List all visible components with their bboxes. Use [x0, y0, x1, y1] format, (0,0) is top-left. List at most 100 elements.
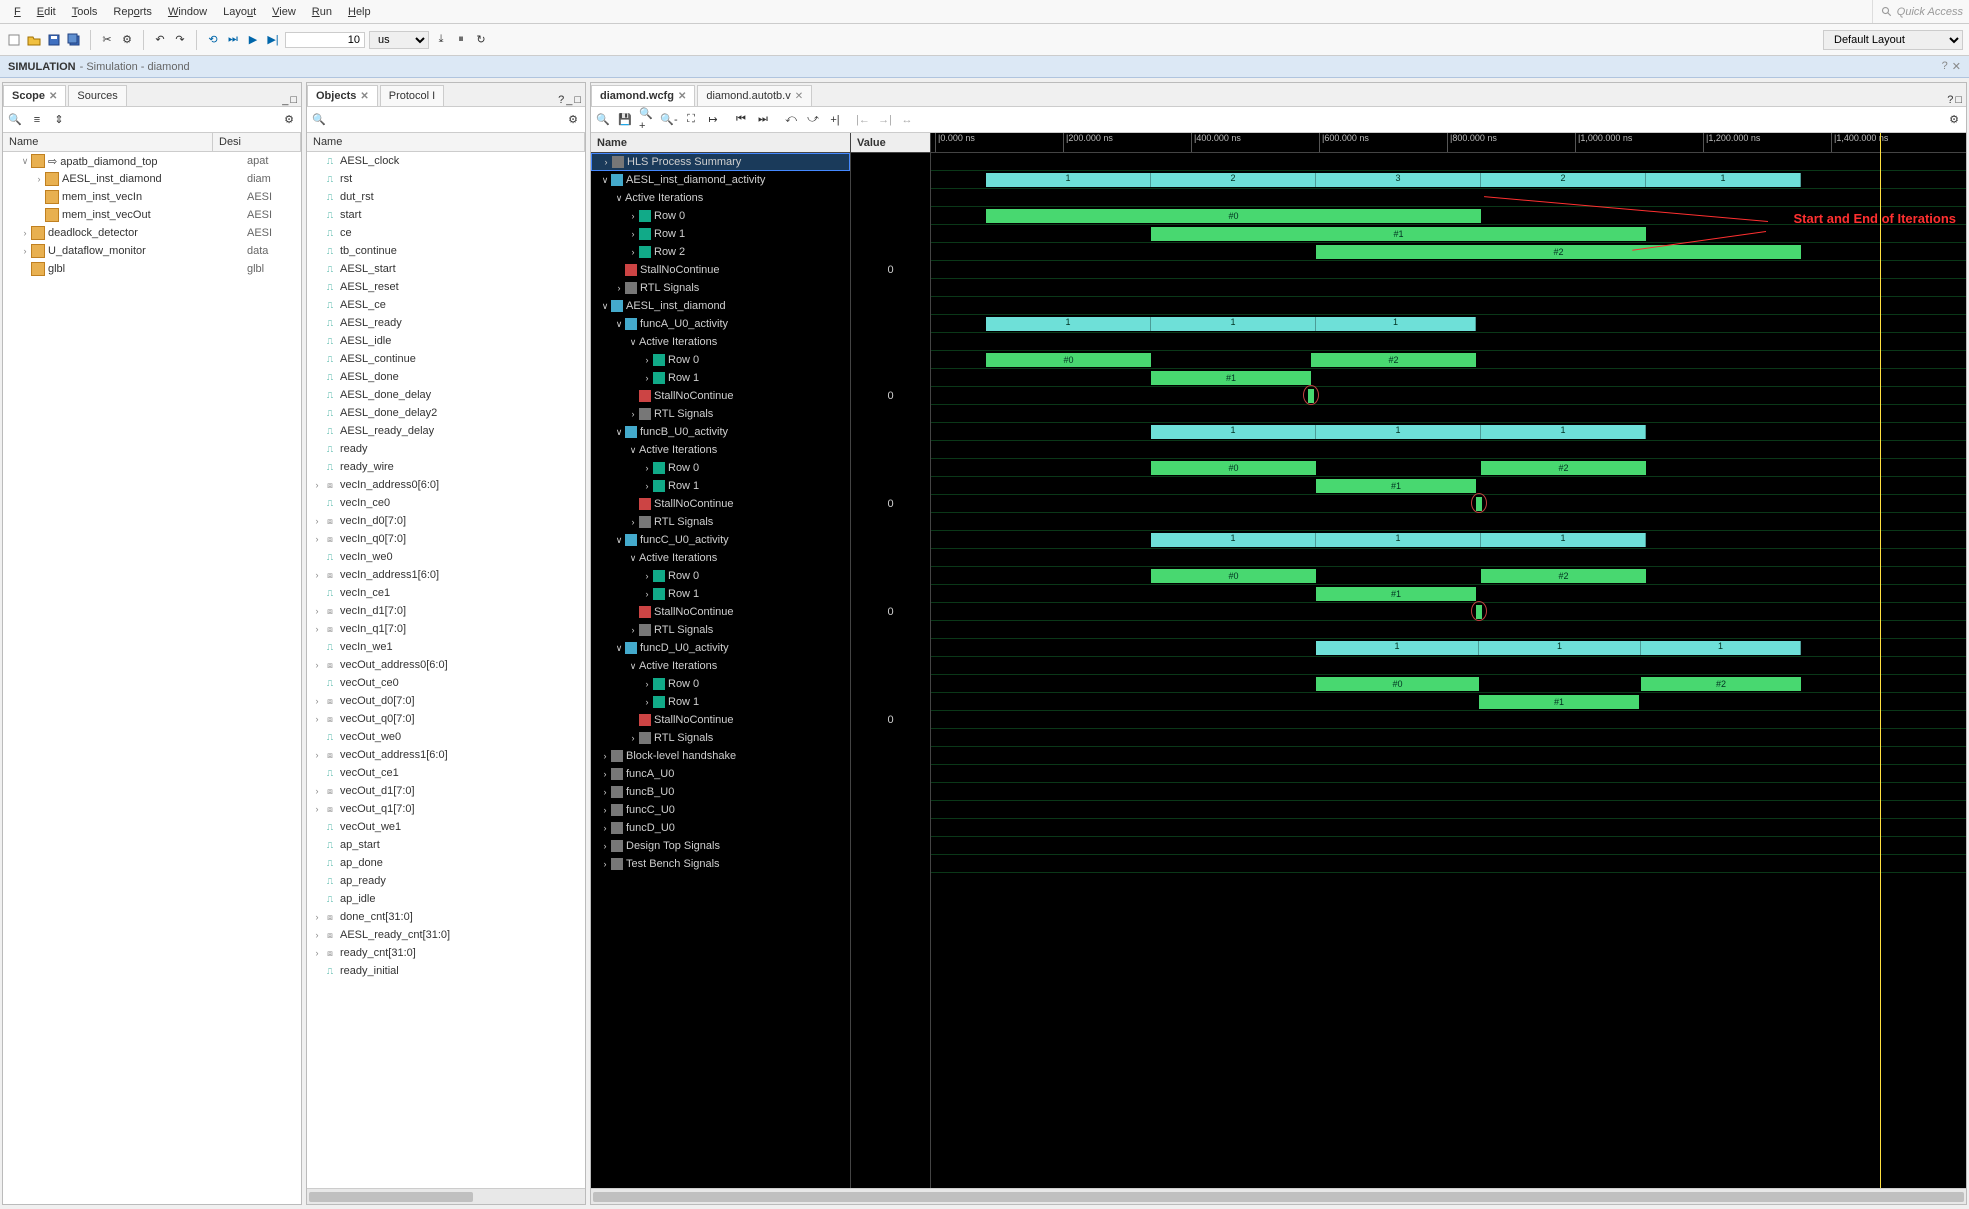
- wave-row[interactable]: StallNoContinue: [591, 495, 850, 513]
- object-row[interactable]: ›⧈ready_cnt[31:0]: [307, 944, 585, 962]
- scope-row[interactable]: ›AESL_inst_diamonddiam: [3, 170, 301, 188]
- relaunch-icon[interactable]: ↻: [473, 32, 489, 48]
- object-row[interactable]: ⎍AESL_done_delay2: [307, 404, 585, 422]
- object-row[interactable]: ⎍start: [307, 206, 585, 224]
- prev-edge-icon[interactable]: ⤺: [783, 112, 799, 128]
- wave-row[interactable]: ›Row 1: [591, 477, 850, 495]
- wave-row[interactable]: ›Row 1: [591, 225, 850, 243]
- wave-row[interactable]: StallNoContinue: [591, 387, 850, 405]
- swap-icon[interactable]: ↔: [899, 112, 915, 128]
- object-row[interactable]: ›⧈vecIn_address0[6:0]: [307, 476, 585, 494]
- wave-row[interactable]: ∨AESL_inst_diamond_activity: [591, 171, 850, 189]
- tab-protocol[interactable]: Protocol I: [380, 85, 444, 106]
- wave-row[interactable]: ∨funcC_U0_activity: [591, 531, 850, 549]
- zoom-fit-icon[interactable]: ⛶: [683, 112, 699, 128]
- menu-reports[interactable]: Reports: [105, 6, 160, 18]
- wave-row[interactable]: ›RTL Signals: [591, 729, 850, 747]
- object-row[interactable]: ›⧈AESL_ready_cnt[31:0]: [307, 926, 585, 944]
- wave-bar[interactable]: #1: [1151, 371, 1311, 385]
- marker-line[interactable]: [1880, 133, 1881, 1188]
- wave-bar[interactable]: 12321: [986, 173, 1801, 187]
- wave-bar[interactable]: #1: [1316, 479, 1476, 493]
- object-row[interactable]: ⎍rst: [307, 170, 585, 188]
- wave-row[interactable]: ›Row 1: [591, 693, 850, 711]
- scope-row[interactable]: mem_inst_vecInAESI: [3, 188, 301, 206]
- wave-bar[interactable]: #1: [1316, 587, 1476, 601]
- object-row[interactable]: ⎍ready_wire: [307, 458, 585, 476]
- next-marker-icon[interactable]: →|: [877, 112, 893, 128]
- wave-row[interactable]: ›Row 2: [591, 243, 850, 261]
- scope-row[interactable]: ∨⇨ apatb_diamond_topapat: [3, 152, 301, 170]
- wave-bar[interactable]: #2: [1641, 677, 1801, 691]
- object-row[interactable]: ⎍AESL_continue: [307, 350, 585, 368]
- menu-help[interactable]: Help: [340, 6, 379, 18]
- object-row[interactable]: ›⧈vecOut_d1[7:0]: [307, 782, 585, 800]
- wave-row[interactable]: ∨funcD_U0_activity: [591, 639, 850, 657]
- time-input[interactable]: [285, 32, 365, 48]
- close-icon[interactable]: ✕: [678, 91, 686, 102]
- add-marker-icon[interactable]: +|: [827, 112, 843, 128]
- run-icon[interactable]: ▶: [245, 32, 261, 48]
- zoom-out-icon[interactable]: 🔍-: [661, 112, 677, 128]
- help-icon[interactable]: ?: [1947, 94, 1953, 106]
- wave-row[interactable]: ›funcB_U0: [591, 783, 850, 801]
- object-row[interactable]: ⎍vecIn_we1: [307, 638, 585, 656]
- wave-row[interactable]: ›RTL Signals: [591, 405, 850, 423]
- object-row[interactable]: ⎍AESL_done_delay: [307, 386, 585, 404]
- next-tran-icon[interactable]: ⏭: [755, 112, 771, 128]
- wave-bar[interactable]: 111: [1151, 425, 1646, 439]
- objects-tree[interactable]: ⎍AESL_clock⎍rst⎍dut_rst⎍start⎍ce⎍tb_cont…: [307, 152, 585, 1188]
- wave-row[interactable]: ›Design Top Signals: [591, 837, 850, 855]
- object-row[interactable]: ›⧈vecIn_q0[7:0]: [307, 530, 585, 548]
- wave-bar[interactable]: #2: [1481, 461, 1646, 475]
- object-row[interactable]: ⎍ready_initial: [307, 962, 585, 980]
- wave-bar[interactable]: 111: [1316, 641, 1801, 655]
- time-unit[interactable]: us: [369, 31, 429, 49]
- object-row[interactable]: ⎍vecOut_we1: [307, 818, 585, 836]
- object-row[interactable]: ⎍dut_rst: [307, 188, 585, 206]
- close-icon[interactable]: ✕: [1952, 60, 1961, 73]
- prev-marker-icon[interactable]: |←: [855, 112, 871, 128]
- menu-edit[interactable]: Edit: [29, 6, 64, 18]
- collapse-icon[interactable]: ⇕: [51, 112, 67, 128]
- object-row[interactable]: ⎍AESL_clock: [307, 152, 585, 170]
- wave-row[interactable]: StallNoContinue: [591, 711, 850, 729]
- scope-row[interactable]: ›U_dataflow_monitordata: [3, 242, 301, 260]
- wave-row[interactable]: ›Row 0: [591, 459, 850, 477]
- run-for-icon[interactable]: ▶|: [265, 32, 281, 48]
- wave-row[interactable]: ∨Active Iterations: [591, 441, 850, 459]
- restart-icon[interactable]: ⟲: [205, 32, 221, 48]
- wave-value-col[interactable]: Value 00000: [851, 133, 931, 1188]
- object-row[interactable]: ›⧈vecOut_address0[6:0]: [307, 656, 585, 674]
- wave-bar[interactable]: #0: [1151, 461, 1316, 475]
- gear-icon[interactable]: ⚙: [1946, 112, 1962, 128]
- scrollbar[interactable]: [307, 1188, 585, 1204]
- tab-scope[interactable]: Scope✕: [3, 85, 66, 106]
- object-row[interactable]: ›⧈vecIn_q1[7:0]: [307, 620, 585, 638]
- goto-cursor-icon[interactable]: ↦: [705, 112, 721, 128]
- search-icon[interactable]: 🔍: [595, 112, 611, 128]
- wave-row[interactable]: ›funcA_U0: [591, 765, 850, 783]
- tab-wcfg[interactable]: diamond.wcfg✕: [591, 85, 695, 106]
- object-row[interactable]: ⎍AESL_reset: [307, 278, 585, 296]
- search-icon[interactable]: 🔍: [311, 112, 327, 128]
- tab-autotb[interactable]: diamond.autotb.v✕: [697, 85, 812, 106]
- wave-row[interactable]: StallNoContinue: [591, 261, 850, 279]
- cut-icon[interactable]: ✂: [99, 32, 115, 48]
- wave-row[interactable]: ›RTL Signals: [591, 513, 850, 531]
- wave-bar[interactable]: 111: [1151, 533, 1646, 547]
- wave-row[interactable]: StallNoContinue: [591, 603, 850, 621]
- object-row[interactable]: ⎍AESL_ready: [307, 314, 585, 332]
- run-all-icon[interactable]: ⏭: [225, 32, 241, 48]
- minimize-icon[interactable]: _: [282, 94, 288, 106]
- object-row[interactable]: ⎍AESL_ready_delay: [307, 422, 585, 440]
- undo-icon[interactable]: ↶: [152, 32, 168, 48]
- object-row[interactable]: ⎍ready: [307, 440, 585, 458]
- object-row[interactable]: ›⧈vecIn_d0[7:0]: [307, 512, 585, 530]
- object-row[interactable]: ⎍vecIn_ce1: [307, 584, 585, 602]
- wave-row[interactable]: ›Row 1: [591, 585, 850, 603]
- scope-row[interactable]: ›deadlock_detectorAESI: [3, 224, 301, 242]
- wave-row[interactable]: ›RTL Signals: [591, 621, 850, 639]
- wave-bar[interactable]: #0: [1151, 569, 1316, 583]
- wave-row[interactable]: ∨funcB_U0_activity: [591, 423, 850, 441]
